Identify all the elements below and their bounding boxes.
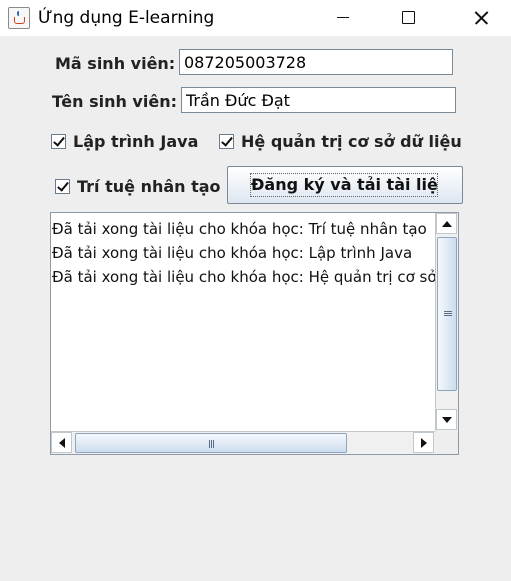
minimize-icon: [337, 17, 349, 18]
log-line: Đã tải xong tài liệu cho khóa học: Trí t…: [52, 220, 427, 238]
log-text-area[interactable]: Đã tải xong tài liệu cho khóa học: Trí t…: [51, 213, 435, 431]
maximize-icon: [402, 11, 415, 24]
minimize-button[interactable]: [320, 0, 366, 36]
arrow-left-icon: [59, 438, 65, 448]
course-checkbox-database[interactable]: Hệ quản trị cơ sở dữ liệu: [219, 132, 462, 151]
window-title: Ứng dụng E-learning: [38, 8, 215, 28]
course-checkbox-ai[interactable]: Trí tuệ nhân tạo: [55, 177, 221, 196]
arrow-right-icon: [421, 438, 427, 448]
register-download-button[interactable]: Đăng ký và tải tài liệu: [227, 166, 463, 204]
arrow-up-icon: [442, 221, 452, 227]
scroll-down-button[interactable]: [436, 409, 457, 430]
course-label-database: Hệ quản trị cơ sở dữ liệu: [241, 132, 462, 151]
arrow-down-icon: [442, 417, 452, 423]
scroll-right-button[interactable]: [413, 432, 434, 453]
student-name-label: Tên sinh viên:: [52, 92, 177, 111]
vertical-scroll-thumb[interactable]: [437, 237, 457, 391]
checkbox-checked-icon[interactable]: [51, 134, 66, 149]
log-line: Đã tải xong tài liệu cho khóa học: Lập t…: [52, 244, 413, 262]
maximize-button[interactable]: [385, 0, 431, 36]
scroll-left-button[interactable]: [51, 432, 72, 453]
student-id-label: Mã sinh viên:: [55, 54, 176, 73]
close-button[interactable]: [458, 0, 504, 36]
java-app-icon: [8, 7, 30, 29]
horizontal-scrollbar[interactable]: [51, 431, 435, 454]
course-label-ai: Trí tuệ nhân tạo: [77, 177, 221, 196]
title-bar: Ứng dụng E-learning: [0, 0, 511, 36]
checkbox-checked-icon[interactable]: [219, 134, 234, 149]
horizontal-scroll-thumb[interactable]: [75, 433, 347, 453]
scroll-up-button[interactable]: [436, 213, 457, 234]
checkbox-checked-icon[interactable]: [55, 179, 70, 194]
log-line: Đã tải xong tài liệu cho khóa học: Hệ qu…: [52, 268, 435, 286]
scrollbar-corner: [435, 431, 458, 454]
log-scroll-pane[interactable]: Đã tải xong tài liệu cho khóa học: Trí t…: [50, 212, 459, 455]
course-checkbox-java[interactable]: Lập trình Java: [51, 132, 198, 151]
course-label-java: Lập trình Java: [73, 132, 199, 151]
register-download-label: Đăng ký và tải tài liệu: [250, 173, 438, 197]
student-name-field[interactable]: Trần Đức Đạt: [181, 87, 456, 113]
student-id-field[interactable]: 087205003728: [179, 49, 453, 75]
vertical-scrollbar[interactable]: [435, 213, 458, 431]
